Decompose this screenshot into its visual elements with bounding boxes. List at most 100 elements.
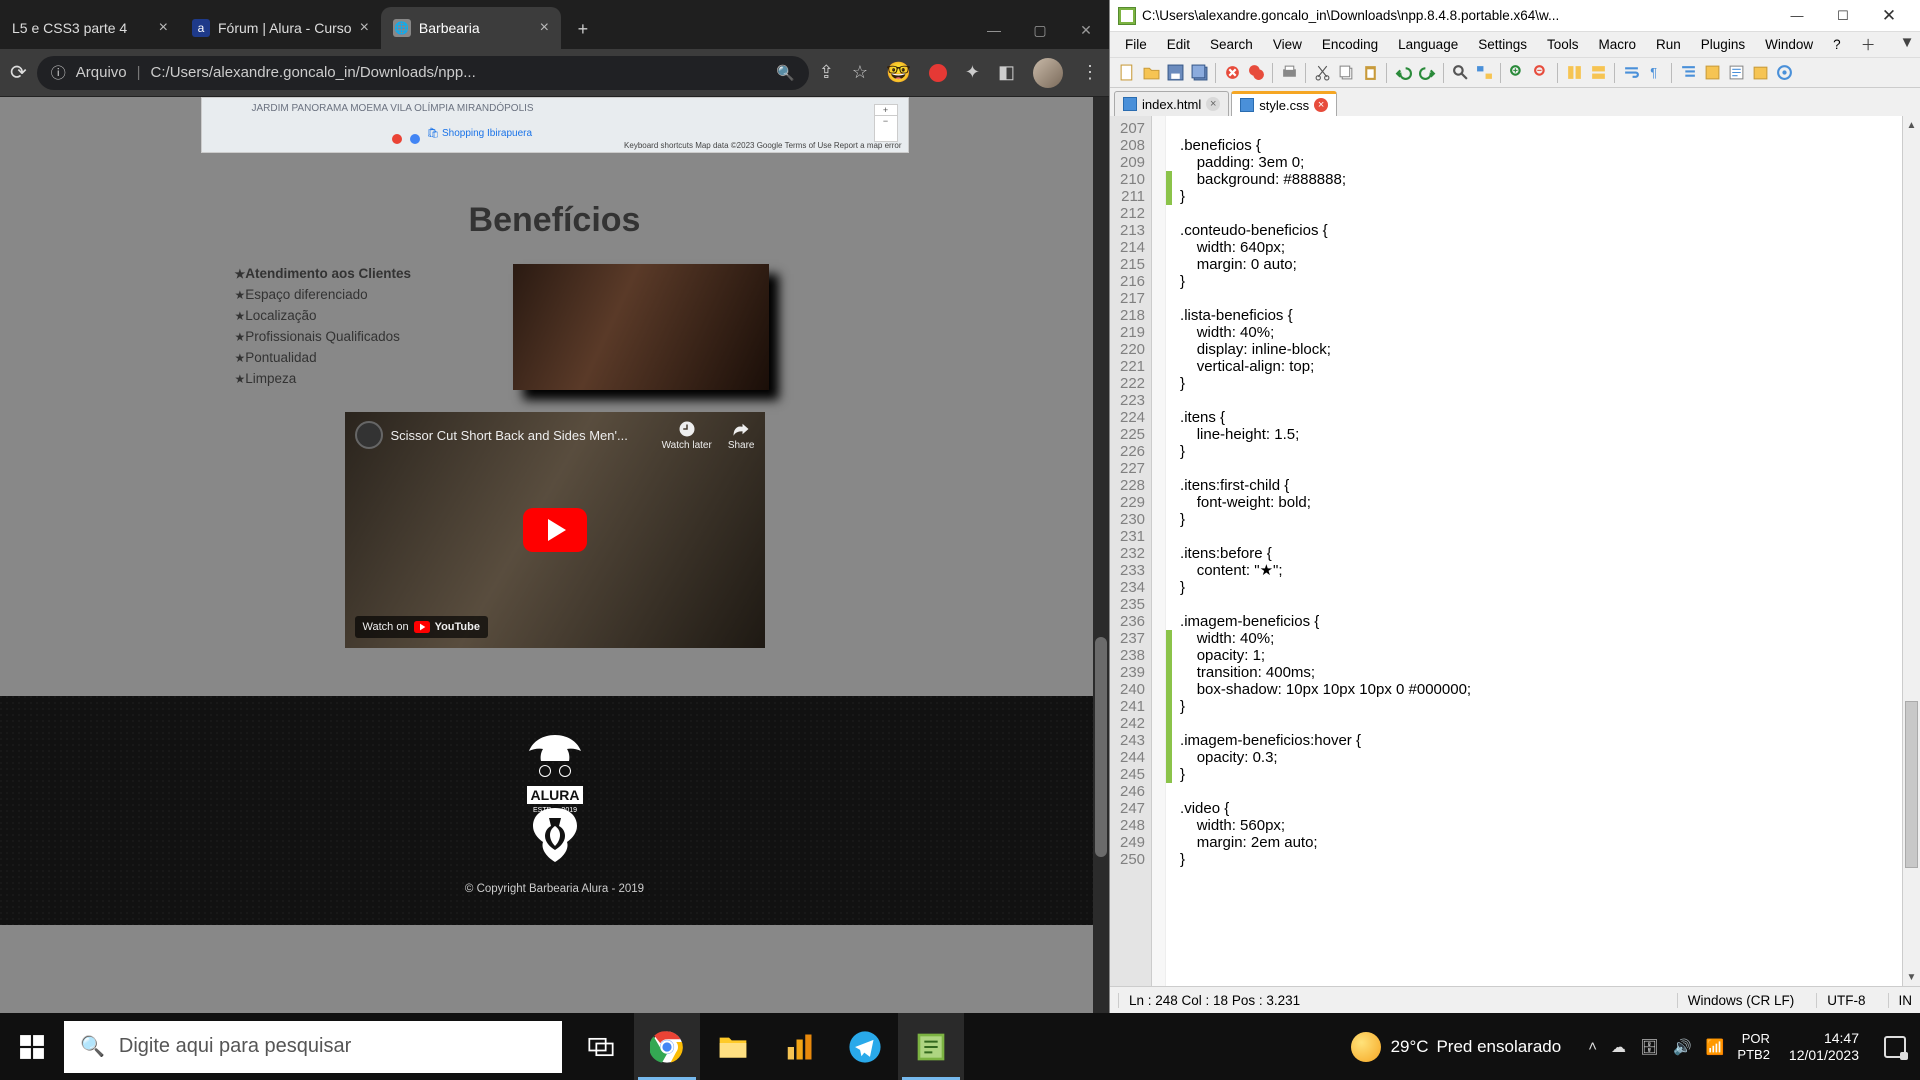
zoom-out-icon[interactable] <box>1530 62 1552 84</box>
start-button[interactable] <box>0 1013 64 1080</box>
sync-h-icon[interactable] <box>1587 62 1609 84</box>
tab-1[interactable]: L5 e CSS3 parte 4 × <box>0 7 180 49</box>
func-list-icon[interactable] <box>1725 62 1747 84</box>
scroll-down-icon[interactable]: ▼ <box>1903 968 1920 986</box>
scrollbar-thumb[interactable] <box>1905 701 1918 868</box>
onedrive-icon[interactable]: ☁ <box>1611 1038 1626 1056</box>
page-scrollbar[interactable] <box>1093 97 1109 1013</box>
cut-icon[interactable] <box>1311 62 1333 84</box>
taskbar-chrome[interactable] <box>634 1013 700 1080</box>
close-icon[interactable]: × <box>1314 98 1328 112</box>
print-icon[interactable] <box>1278 62 1300 84</box>
menu-edit[interactable]: Edit <box>1158 34 1199 55</box>
battery-icon[interactable]: 🗄 <box>1640 1038 1659 1056</box>
npp-titlebar[interactable]: C:\Users\alexandre.goncalo_in\Downloads\… <box>1110 0 1920 32</box>
close-file-icon[interactable] <box>1221 62 1243 84</box>
show-all-chars-icon[interactable]: ¶ <box>1644 62 1666 84</box>
code-area[interactable]: .beneficios { padding: 3em 0; background… <box>1172 116 1902 986</box>
menu-macro[interactable]: Macro <box>1590 34 1646 55</box>
menu-search[interactable]: Search <box>1201 34 1262 55</box>
menu-encoding[interactable]: Encoding <box>1313 34 1387 55</box>
task-view-button[interactable] <box>568 1013 634 1080</box>
close-icon[interactable]: × <box>1206 97 1220 111</box>
menu-plugins[interactable]: Plugins <box>1692 34 1754 55</box>
find-icon[interactable] <box>1449 62 1471 84</box>
extensions-icon[interactable]: ✦ <box>965 62 980 83</box>
doc-tab-index[interactable]: index.html× <box>1114 91 1229 116</box>
wordwrap-icon[interactable] <box>1620 62 1642 84</box>
zoom-in-icon[interactable] <box>1506 62 1528 84</box>
scrollbar-thumb[interactable] <box>1095 637 1107 857</box>
close-all-icon[interactable] <box>1245 62 1267 84</box>
play-button[interactable] <box>523 508 587 552</box>
extension-icon[interactable]: 🤓 <box>886 60 911 85</box>
share-button[interactable]: Share <box>728 420 755 451</box>
video-embed[interactable]: Scissor Cut Short Back and Sides Men'...… <box>345 412 765 648</box>
editor-scrollbar[interactable]: ▲ ▼ <box>1902 116 1920 986</box>
tab-2[interactable]: a Fórum | Alura - Curso × <box>180 7 381 49</box>
menu-language[interactable]: Language <box>1389 34 1467 55</box>
tab-3-active[interactable]: 🌐 Barbearia × <box>381 7 561 49</box>
menu-run[interactable]: Run <box>1647 34 1690 55</box>
monitor-icon[interactable] <box>1773 62 1795 84</box>
menu-help[interactable]: ? <box>1824 34 1850 55</box>
sync-v-icon[interactable] <box>1563 62 1585 84</box>
channel-avatar[interactable] <box>355 421 383 449</box>
doc-tab-style-active[interactable]: style.css× <box>1231 91 1337 116</box>
share-icon[interactable]: ⇪ <box>819 62 834 83</box>
page-viewport[interactable]: JARDIM PANORAMA MOEMA VILA OLÍMPIA MIRAN… <box>0 97 1109 1013</box>
taskbar-telegram[interactable] <box>832 1013 898 1080</box>
watch-on-youtube[interactable]: Watch on YouTube <box>355 616 488 638</box>
scroll-up-icon[interactable]: ▲ <box>1903 116 1920 134</box>
menu-settings[interactable]: Settings <box>1469 34 1536 55</box>
fold-column[interactable] <box>1152 116 1166 986</box>
language-indicator[interactable]: POR PTB2 <box>1737 1031 1770 1063</box>
close-icon[interactable]: × <box>540 19 549 37</box>
menu-window[interactable]: Window <box>1756 34 1822 55</box>
npp-editor[interactable]: 2072082092102112122132142152162172182192… <box>1110 116 1920 986</box>
volume-icon[interactable]: 🔊 <box>1673 1038 1692 1056</box>
undo-icon[interactable] <box>1392 62 1414 84</box>
save-icon[interactable] <box>1164 62 1186 84</box>
menu-tools[interactable]: Tools <box>1538 34 1588 55</box>
maximize-button[interactable]: ☐ <box>1820 0 1866 32</box>
taskbar-notepadpp[interactable] <box>898 1013 964 1080</box>
taskbar-search[interactable]: 🔍 Digite aqui para pesquisar <box>64 1021 562 1073</box>
close-button[interactable]: ✕ <box>1063 11 1109 49</box>
new-tab-button[interactable]: + <box>567 13 599 45</box>
maximize-button[interactable]: ▢ <box>1017 11 1063 49</box>
minimize-button[interactable]: — <box>1774 0 1820 32</box>
new-file-icon[interactable] <box>1116 62 1138 84</box>
wifi-icon[interactable]: 📶 <box>1706 1038 1725 1056</box>
indent-guide-icon[interactable] <box>1677 62 1699 84</box>
omnibox[interactable]: ⓘ Arquivo | C:/Users/alexandre.goncalo_i… <box>37 56 809 90</box>
close-icon[interactable]: × <box>360 19 369 37</box>
doc-map-icon[interactable] <box>1701 62 1723 84</box>
sidepanel-icon[interactable]: ◧ <box>998 62 1015 83</box>
map-embed[interactable]: JARDIM PANORAMA MOEMA VILA OLÍMPIA MIRAN… <box>201 97 909 153</box>
watch-later-button[interactable]: Watch later <box>662 420 712 451</box>
save-all-icon[interactable] <box>1188 62 1210 84</box>
minimize-button[interactable]: — <box>971 11 1017 49</box>
open-file-icon[interactable] <box>1140 62 1162 84</box>
close-icon[interactable]: × <box>159 19 168 37</box>
kebab-menu-icon[interactable]: ⋮ <box>1081 62 1099 83</box>
copy-icon[interactable] <box>1335 62 1357 84</box>
zoom-icon[interactable]: 🔍 <box>776 64 795 82</box>
chevron-up-icon[interactable]: ˄ <box>1588 1038 1597 1055</box>
chevron-down-icon[interactable]: ▼ <box>1891 31 1920 58</box>
profile-avatar[interactable] <box>1033 58 1063 88</box>
taskbar-explorer[interactable] <box>700 1013 766 1080</box>
folder-panel-icon[interactable] <box>1749 62 1771 84</box>
menu-view[interactable]: View <box>1264 34 1311 55</box>
bookmark-icon[interactable]: ☆ <box>852 62 868 83</box>
replace-icon[interactable] <box>1473 62 1495 84</box>
taskbar-powerbi[interactable] <box>766 1013 832 1080</box>
clock[interactable]: 14:47 12/01/2023 <box>1783 1030 1865 1064</box>
menu-file[interactable]: File <box>1116 34 1156 55</box>
redo-icon[interactable] <box>1416 62 1438 84</box>
map-zoom-control[interactable]: +− <box>874 104 898 142</box>
add-icon[interactable]: ＋ <box>1852 31 1885 58</box>
extension-icon[interactable] <box>929 64 947 82</box>
close-button[interactable]: ✕ <box>1866 0 1912 32</box>
